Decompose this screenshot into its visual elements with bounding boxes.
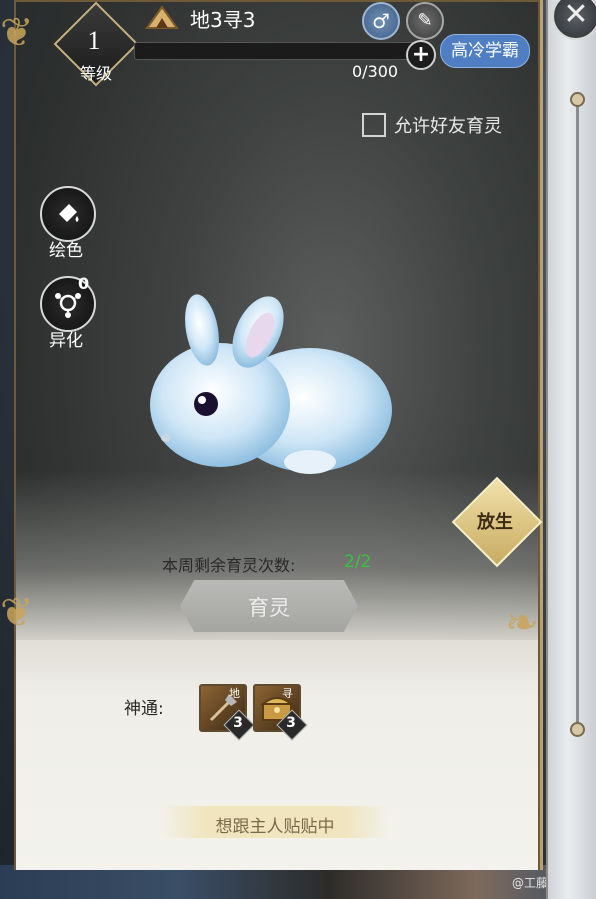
skill-corner-label: 地 xyxy=(229,687,240,700)
exp-text: 0/300 xyxy=(352,62,399,81)
level-number: 1 xyxy=(87,26,101,55)
mutation-label: 异化 xyxy=(49,331,83,351)
rabbit-pet[interactable] xyxy=(140,290,400,490)
bottom-strip xyxy=(0,865,596,899)
skill-corner-label: 寻 xyxy=(282,687,293,700)
mutation-count: 0 xyxy=(78,274,90,293)
status-message: 想跟主人贴贴中 xyxy=(215,817,335,837)
male-icon: ♂ xyxy=(362,2,400,40)
scrollbar-track[interactable] xyxy=(576,96,579,728)
release-label[interactable]: 放生 xyxy=(465,508,525,534)
personality-tag[interactable]: 高冷学霸 xyxy=(440,34,530,68)
paint-label: 绘色 xyxy=(49,241,83,261)
scrollbar-top-knob[interactable] xyxy=(570,92,585,107)
mountain-icon xyxy=(145,5,179,29)
nurture-label[interactable]: 育灵 xyxy=(180,592,358,622)
pet-name: 地3寻3 xyxy=(190,8,256,32)
paint-bucket-icon[interactable] xyxy=(40,186,96,242)
weekly-nurture-value: 2/2 xyxy=(344,552,372,572)
skill-level: 3 xyxy=(233,715,243,731)
gold-swirl-ornament: ❧ xyxy=(505,600,539,646)
scrollbar-bottom-knob[interactable] xyxy=(570,722,585,737)
skill-level: 3 xyxy=(286,715,296,731)
allow-friends-label[interactable]: 允许好友育灵 xyxy=(394,112,502,138)
right-scroll-panel xyxy=(546,0,596,899)
gold-swirl-ornament: ❦ xyxy=(0,10,34,56)
gold-swirl-ornament: ❦ xyxy=(0,590,34,636)
skills-label: 神通: xyxy=(124,699,164,719)
edit-icon[interactable]: ✎ xyxy=(406,2,444,40)
allow-friends-checkbox[interactable] xyxy=(362,113,386,137)
level-label: 等级 xyxy=(79,64,112,83)
weekly-nurture-label: 本周剩余育灵次数: xyxy=(162,556,296,575)
exp-bar xyxy=(134,42,422,60)
add-exp-button[interactable]: + xyxy=(406,40,436,70)
